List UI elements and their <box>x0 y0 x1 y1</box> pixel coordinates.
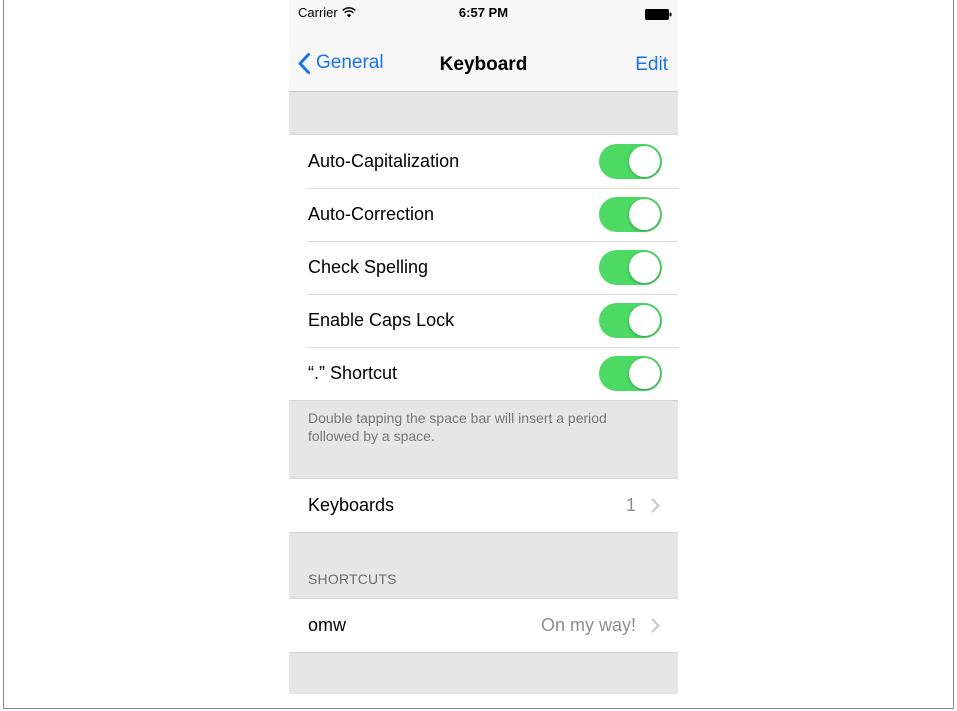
setting-label: Auto-Correction <box>308 204 435 224</box>
toggle-knob <box>629 305 660 336</box>
keyboard-settings-screen: Carrier 6:57 PM General Keyboard Edit Au… <box>289 0 678 694</box>
disclosure-chevron-icon <box>651 498 660 513</box>
auto-capitalization-toggle[interactable] <box>599 144 662 179</box>
setting-row-enable-caps-lock: Enable Caps Lock <box>289 294 678 347</box>
check-spelling-toggle[interactable] <box>599 250 662 285</box>
setting-label: “.” Shortcut <box>308 363 398 383</box>
setting-row-auto-correction: Auto-Correction <box>289 188 678 241</box>
disclosure-chevron-icon <box>651 618 660 633</box>
toggle-knob <box>629 146 660 177</box>
battery-icon <box>645 8 672 23</box>
keyboards-group: Keyboards 1 <box>289 478 678 533</box>
status-bar: Carrier 6:57 PM <box>289 0 678 40</box>
setting-row-auto-capitalization: Auto-Capitalization <box>289 135 678 188</box>
shortcuts-section-header: SHORTCUTS <box>308 571 397 587</box>
status-time: 6:57 PM <box>458 5 509 20</box>
page-title: Keyboard <box>439 54 528 75</box>
shortcuts-group: omw On my way! <box>289 598 678 653</box>
navigation-bar: General Keyboard Edit <box>289 40 678 92</box>
auto-correction-toggle[interactable] <box>599 197 662 232</box>
toggle-knob <box>629 358 660 389</box>
keyboards-count: 1 <box>625 495 636 515</box>
setting-label: Auto-Capitalization <box>308 151 460 171</box>
toggle-knob <box>629 252 660 283</box>
edit-button[interactable]: Edit <box>635 54 668 76</box>
setting-label: Enable Caps Lock <box>308 310 455 330</box>
period-shortcut-footnote: Double tapping the space bar will insert… <box>308 410 607 444</box>
period-shortcut-toggle[interactable] <box>599 356 662 391</box>
toggle-settings-group: Auto-Capitalization Auto-Correction Chec… <box>289 134 678 401</box>
setting-row-period-shortcut: “.” Shortcut <box>289 347 678 400</box>
keyboards-row[interactable]: Keyboards 1 <box>289 479 678 532</box>
shortcut-phrase: omw <box>308 615 347 635</box>
enable-caps-lock-toggle[interactable] <box>599 303 662 338</box>
keyboards-label: Keyboards <box>308 495 395 515</box>
setting-row-check-spelling: Check Spelling <box>289 241 678 294</box>
setting-label: Check Spelling <box>308 257 429 277</box>
shortcut-row-omw[interactable]: omw On my way! <box>289 599 678 652</box>
shortcut-expansion: On my way! <box>540 615 636 635</box>
toggle-knob <box>629 199 660 230</box>
